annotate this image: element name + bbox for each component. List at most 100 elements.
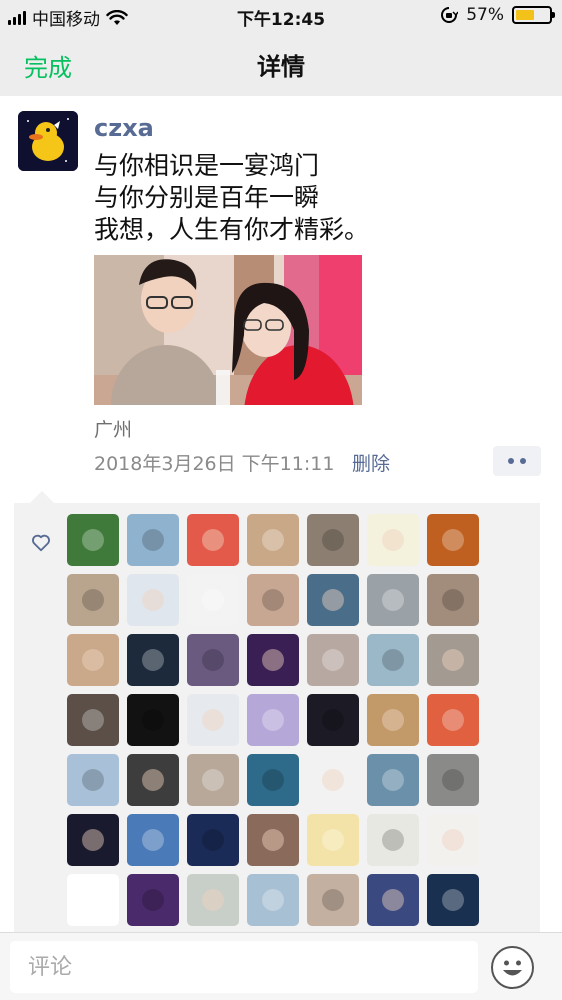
author-name[interactable]: czxa xyxy=(94,114,154,142)
orientation-lock-icon xyxy=(441,7,459,23)
liker-avatar[interactable] xyxy=(307,754,359,806)
liker-avatar[interactable] xyxy=(67,754,119,806)
liker-avatar[interactable] xyxy=(247,874,299,926)
liker-avatar[interactable] xyxy=(367,574,419,626)
liker-avatar[interactable] xyxy=(187,634,239,686)
liker-avatar[interactable] xyxy=(247,754,299,806)
battery-fill xyxy=(516,10,535,20)
nav-bar: 完成 详情 xyxy=(0,32,562,96)
liker-avatar[interactable] xyxy=(127,694,179,746)
liker-avatar[interactable] xyxy=(367,634,419,686)
comment-input[interactable] xyxy=(10,941,478,993)
liker-avatar[interactable] xyxy=(127,754,179,806)
avatar-face xyxy=(82,709,104,731)
liker-avatar[interactable] xyxy=(427,814,479,866)
liker-avatar[interactable] xyxy=(67,814,119,866)
avatar-face xyxy=(142,769,164,791)
avatar-face xyxy=(142,709,164,731)
post-location[interactable]: 广州 xyxy=(94,415,132,442)
avatar-face xyxy=(382,769,404,791)
liker-avatar[interactable] xyxy=(247,574,299,626)
liker-avatar[interactable] xyxy=(367,514,419,566)
post-line: 与你分别是百年一瞬 xyxy=(94,183,320,212)
avatar-face xyxy=(82,769,104,791)
smiley-face-icon xyxy=(503,960,522,976)
likes-panel-arrow xyxy=(30,491,54,503)
avatar-face xyxy=(82,889,104,911)
avatar-face xyxy=(202,709,224,731)
liker-avatar[interactable] xyxy=(187,874,239,926)
liker-avatar[interactable] xyxy=(187,694,239,746)
liker-avatar[interactable] xyxy=(187,574,239,626)
avatar-face xyxy=(442,829,464,851)
liker-avatar[interactable] xyxy=(67,694,119,746)
liker-avatar[interactable] xyxy=(187,754,239,806)
liker-avatar[interactable] xyxy=(127,514,179,566)
avatar-face xyxy=(382,709,404,731)
post-line: 我想，人生有你才精彩。 xyxy=(94,215,370,244)
more-options-button[interactable] xyxy=(493,446,541,476)
liker-avatar[interactable] xyxy=(307,694,359,746)
delete-button[interactable]: 删除 xyxy=(352,449,390,476)
liker-avatar[interactable] xyxy=(367,874,419,926)
liker-avatar[interactable] xyxy=(67,514,119,566)
liker-avatar[interactable] xyxy=(307,874,359,926)
avatar-face xyxy=(322,829,344,851)
liker-avatar[interactable] xyxy=(67,634,119,686)
post-photo[interactable] xyxy=(94,255,362,405)
avatar-face xyxy=(442,529,464,551)
liker-avatar[interactable] xyxy=(127,814,179,866)
liker-avatar[interactable] xyxy=(367,694,419,746)
avatar-face xyxy=(202,529,224,551)
avatar-face xyxy=(142,889,164,911)
likes-panel xyxy=(14,503,540,933)
liker-avatar[interactable] xyxy=(307,814,359,866)
avatar-face xyxy=(142,529,164,551)
avatar-face xyxy=(82,529,104,551)
liker-avatar[interactable] xyxy=(367,814,419,866)
liker-avatar[interactable] xyxy=(247,814,299,866)
liker-avatar[interactable] xyxy=(427,634,479,686)
avatar-face xyxy=(202,829,224,851)
liker-avatar[interactable] xyxy=(67,874,119,926)
liker-avatar[interactable] xyxy=(127,634,179,686)
avatar-face xyxy=(262,769,284,791)
liker-avatar[interactable] xyxy=(67,574,119,626)
emoji-button[interactable] xyxy=(491,946,534,989)
liker-avatar[interactable] xyxy=(307,574,359,626)
heart-outline-icon xyxy=(32,534,50,552)
avatar-face xyxy=(262,589,284,611)
avatar-face xyxy=(382,589,404,611)
liker-avatar[interactable] xyxy=(427,694,479,746)
liker-avatar[interactable] xyxy=(247,694,299,746)
avatar-face xyxy=(322,709,344,731)
liker-avatar[interactable] xyxy=(187,514,239,566)
liker-avatar[interactable] xyxy=(427,874,479,926)
liker-avatar[interactable] xyxy=(427,514,479,566)
couple-photo-image xyxy=(94,255,362,405)
battery-icon xyxy=(512,6,555,24)
liker-avatar[interactable] xyxy=(247,514,299,566)
liker-avatar[interactable] xyxy=(307,634,359,686)
avatar-face xyxy=(262,529,284,551)
avatar-face xyxy=(322,589,344,611)
liker-avatar[interactable] xyxy=(427,574,479,626)
liker-avatar[interactable] xyxy=(247,634,299,686)
author-avatar[interactable] xyxy=(18,111,78,171)
status-right: 57% xyxy=(440,5,555,25)
liker-avatar[interactable] xyxy=(127,574,179,626)
avatar-face xyxy=(382,529,404,551)
liker-avatar[interactable] xyxy=(427,754,479,806)
avatar-face xyxy=(442,769,464,791)
liker-avatar[interactable] xyxy=(127,874,179,926)
avatar-face xyxy=(442,889,464,911)
avatar-face xyxy=(322,769,344,791)
battery-percent: 57% xyxy=(466,5,504,25)
avatar-face xyxy=(442,589,464,611)
liker-avatar[interactable] xyxy=(367,754,419,806)
duck-avatar-image xyxy=(18,111,78,171)
liker-avatar[interactable] xyxy=(187,814,239,866)
liker-avatar[interactable] xyxy=(307,514,359,566)
avatar-face xyxy=(442,709,464,731)
post-text: 与你相识是一宴鸿门 与你分别是百年一瞬 我想，人生有你才精彩。 xyxy=(94,150,369,246)
